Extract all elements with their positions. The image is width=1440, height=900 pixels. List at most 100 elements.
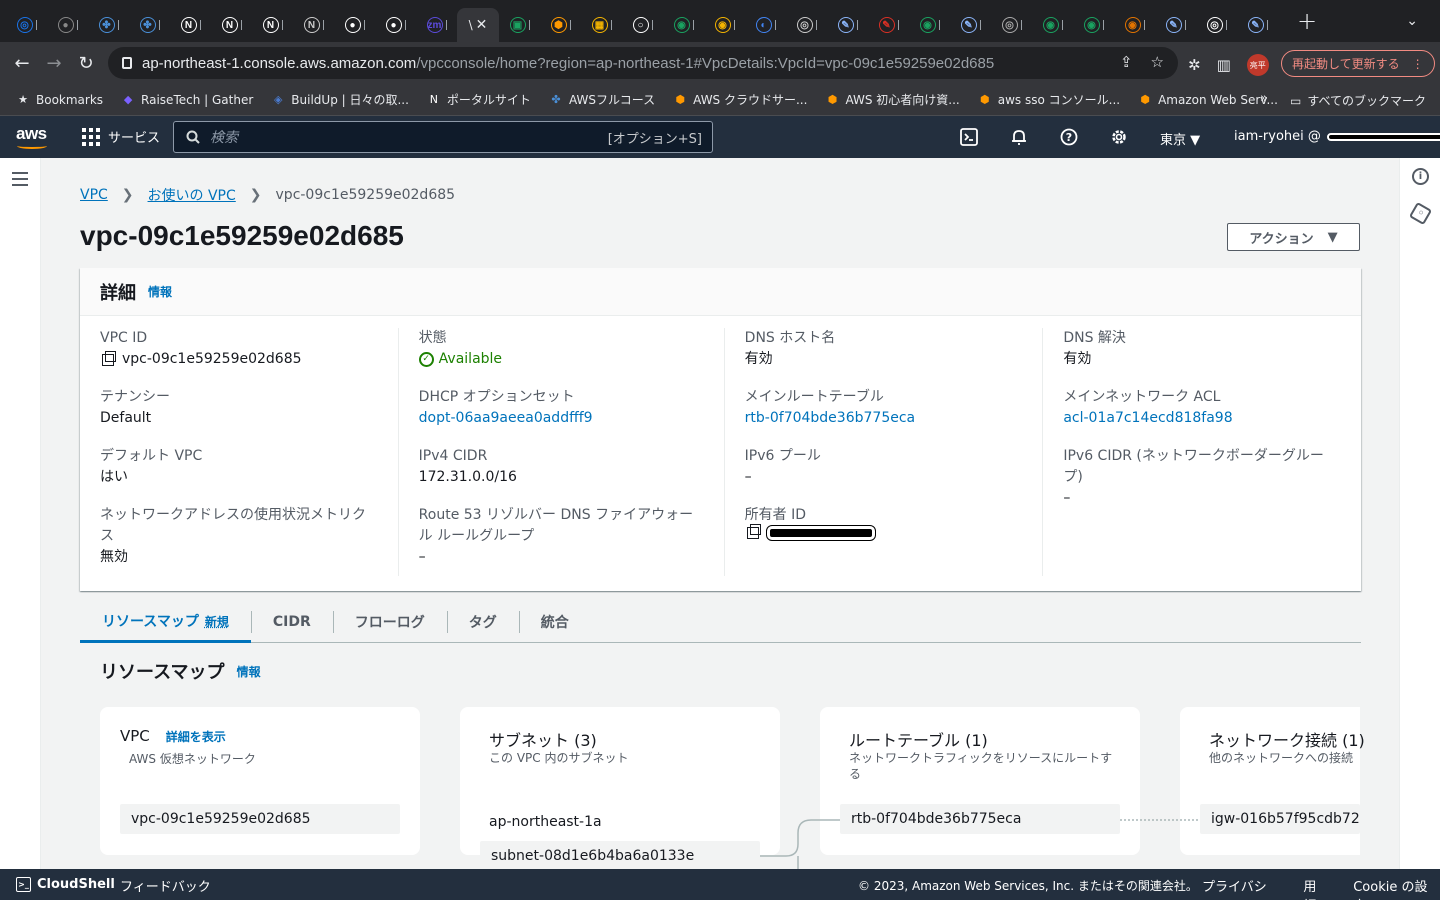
new-tab-icon[interactable]: + <box>1292 7 1322 35</box>
actions-dropdown-button[interactable]: アクション ▼ <box>1227 223 1360 251</box>
browser-tab[interactable]: ⬢ <box>540 8 581 42</box>
browser-tab[interactable]: ✎ <box>1237 8 1278 42</box>
tab-1[interactable]: CIDR <box>251 602 333 642</box>
profile-avatar[interactable]: 亮平 <box>1247 54 1269 76</box>
share-icon[interactable]: ⇪ <box>1120 53 1133 71</box>
browser-tab[interactable]: N <box>211 8 252 42</box>
bookmark-item[interactable]: ⬢ AWS クラウドサー... <box>673 91 807 108</box>
internet-gateway-resource-item[interactable]: igw-016b57f95cdb72bf <box>1200 804 1360 834</box>
tab-3[interactable]: タグ <box>447 602 519 642</box>
browser-tab[interactable]: ✎ <box>1155 8 1196 42</box>
browser-tab[interactable]: ○ <box>622 8 663 42</box>
browser-tab[interactable]: N <box>252 8 293 42</box>
relaunch-update-button[interactable]: 再起動して更新する ⋮ <box>1281 50 1435 77</box>
terms-link[interactable]: 用語 <box>1303 876 1329 900</box>
close-tab-icon[interactable]: ✕ <box>476 17 488 33</box>
browser-tab[interactable]: ● <box>375 8 416 42</box>
browser-tab[interactable]: ◐ <box>745 8 786 42</box>
privacy-link[interactable]: プライバシー <box>1202 876 1279 900</box>
account-menu[interactable]: iam-ryohei @ <box>1234 129 1440 144</box>
browser-tab[interactable]: ◉ <box>909 8 950 42</box>
browser-tab[interactable]: ◎ <box>991 8 1032 42</box>
tab-search-chevron-icon[interactable]: ⌄ <box>1406 13 1418 29</box>
kebab-menu-icon[interactable]: ⋮ <box>1412 57 1424 71</box>
detail-value-text[interactable]: acl-01a7c14ecd818fa98 <box>1063 408 1232 429</box>
browser-tab[interactable]: N <box>293 8 334 42</box>
bookmark-item[interactable]: ⬢ aws sso コンソール... <box>978 91 1120 108</box>
aws-tab-icon: ⬢ <box>551 17 567 33</box>
browser-tab[interactable]: zm <box>416 8 457 42</box>
browser-tab[interactable]: ◉ <box>1073 8 1114 42</box>
bookmarks-overflow-icon[interactable]: » <box>1260 91 1268 106</box>
browser-tab[interactable]: ✤ <box>129 8 170 42</box>
browser-tab[interactable]: ◎ <box>786 8 827 42</box>
browser-tab[interactable]: ◉ <box>1114 8 1155 42</box>
feedback-link[interactable]: フィードバック <box>120 876 211 895</box>
side-panel-icon[interactable]: ▥ <box>1217 56 1231 74</box>
browser-tab[interactable]: ● <box>47 8 88 42</box>
breadcrumb-vpc[interactable]: VPC <box>80 187 108 203</box>
bookmark-item[interactable]: ◈ BuildUp | 日々の取... <box>271 91 409 108</box>
tab-0[interactable]: リソースマップ 新規 <box>80 602 251 643</box>
browser-tab[interactable]: ◉ <box>663 8 704 42</box>
info-panel-icon[interactable]: i <box>1412 168 1429 185</box>
bookmark-item[interactable]: N ポータルサイト <box>427 91 531 108</box>
reload-icon[interactable]: ↻ <box>70 53 102 74</box>
detail-value[interactable]: rtb-0f704bde36b775eca <box>745 408 1023 429</box>
browser-tab[interactable]: N <box>170 8 211 42</box>
help-icon[interactable]: ? <box>1058 126 1080 148</box>
show-details-link[interactable]: 詳細を表示 <box>166 728 226 745</box>
browser-tab[interactable]: ✎ <box>868 8 909 42</box>
copy-icon[interactable] <box>747 527 759 539</box>
browser-tab[interactable]: ✤ <box>88 8 129 42</box>
tab-4[interactable]: 統合 <box>519 602 591 642</box>
region-selector[interactable]: 東京 ▼ <box>1160 129 1200 148</box>
all-bookmarks-folder[interactable]: ▭ すべてのブックマーク <box>1290 92 1426 109</box>
hamburger-menu-icon[interactable] <box>12 172 28 190</box>
forward-arrow-icon[interactable]: → <box>38 53 70 74</box>
browser-tab[interactable]: ● <box>334 8 375 42</box>
browser-tab[interactable]: ▣ <box>499 8 540 42</box>
main-content: VPC ❯ お使いの VPC ❯ vpc-09c1e59259e02d685 v… <box>41 158 1399 869</box>
browser-tab[interactable]: ◉ <box>1032 8 1073 42</box>
browser-tab[interactable]: ◎ <box>6 8 47 42</box>
bookmark-item[interactable]: ◆ RaiseTech | Gather <box>121 91 253 108</box>
url-text[interactable]: ap-northeast-1.console.aws.amazon.com/vp… <box>142 55 994 72</box>
bookmark-item[interactable]: ★ Bookmarks <box>16 91 103 108</box>
vpc-resource-item[interactable]: vpc-09c1e59259e02d685 <box>120 804 400 834</box>
services-menu-button[interactable]: サービス <box>82 127 160 146</box>
bookmark-star-icon[interactable]: ☆ <box>1151 53 1164 71</box>
resource-map-info-link[interactable]: 情報 <box>237 663 261 680</box>
copy-icon[interactable] <box>102 354 114 366</box>
aws-logo[interactable]: aws <box>16 124 47 144</box>
browser-tab[interactable]: ✎ <box>827 8 868 42</box>
settings-gear-icon[interactable] <box>1108 126 1130 148</box>
browser-tab[interactable]: ◉ <box>704 8 745 42</box>
browser-tab[interactable]: ◎ <box>1196 8 1237 42</box>
tab-2[interactable]: フローログ <box>333 602 447 642</box>
extensions-puzzle-icon[interactable]: ✲ <box>1188 56 1201 74</box>
cloudshell-icon[interactable] <box>958 126 980 148</box>
browser-tab[interactable]: ✎ <box>950 8 991 42</box>
search-input[interactable]: 検索 [オプション+S] <box>173 121 713 153</box>
detail-field: DNS 解決 有効 <box>1063 328 1341 370</box>
details-info-link[interactable]: 情報 <box>148 283 172 300</box>
breadcrumb-your-vpcs[interactable]: お使いの VPC <box>148 185 236 205</box>
detail-value-text[interactable]: dopt-06aa9aeea0addfff9 <box>419 408 593 429</box>
route-table-resource-item[interactable]: rtb-0f704bde36b775eca <box>840 804 1120 834</box>
back-arrow-icon[interactable]: ← <box>6 53 38 74</box>
bookmark-item[interactable]: ✤ AWSフルコース <box>549 91 655 108</box>
detail-value[interactable]: dopt-06aa9aeea0addfff9 <box>419 408 704 429</box>
cloudshell-button[interactable]: >_ CloudShell <box>16 877 115 892</box>
omnibox[interactable]: ap-northeast-1.console.aws.amazon.com/vp… <box>108 47 1178 79</box>
browser-tab[interactable]: ▦ <box>581 8 622 42</box>
notifications-bell-icon[interactable] <box>1008 126 1030 148</box>
active-tab[interactable]: \ ✕ <box>457 8 499 42</box>
detail-value[interactable]: acl-01a7c14ecd818fa98 <box>1063 408 1341 429</box>
cookie-settings-link[interactable]: Cookie の設定 <box>1353 876 1440 900</box>
detail-value-text[interactable]: rtb-0f704bde36b775eca <box>745 408 915 429</box>
bookmark-item[interactable]: ⬢ Amazon Web Serv... <box>1138 91 1278 108</box>
hexagon-settings-icon[interactable]: ◦ <box>1409 202 1432 225</box>
bookmark-item[interactable]: ⬢ AWS 初心者向け資... <box>825 91 959 108</box>
subnet-resource-item[interactable]: subnet-08d1e6b4ba6a0133e <box>480 841 760 869</box>
